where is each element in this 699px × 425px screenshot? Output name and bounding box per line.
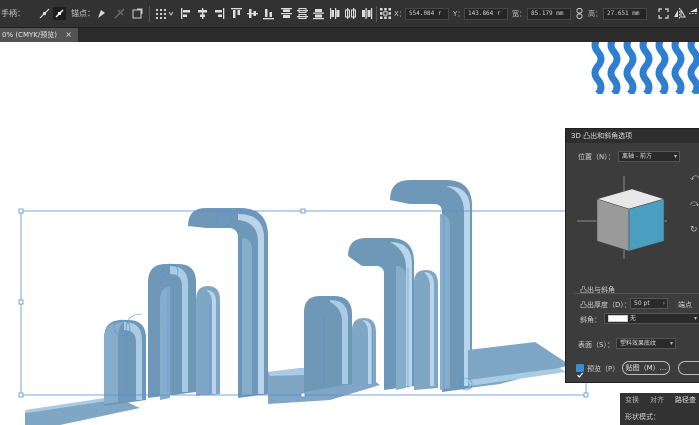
preview-checkbox[interactable] xyxy=(576,364,584,378)
transform-expand-icon[interactable] xyxy=(657,7,670,20)
pen-anchor-icon[interactable] xyxy=(95,7,108,20)
bevel-label: 斜角： xyxy=(580,316,601,324)
handle-hide-icon[interactable] xyxy=(53,7,66,20)
preview-label[interactable]: 预览（P） xyxy=(587,364,619,374)
wave-pattern xyxy=(591,42,699,94)
distribute-left-icon[interactable] xyxy=(328,7,341,20)
surface-select[interactable]: 塑料效果底纹 ▾ xyxy=(616,338,676,349)
align-grid-icon[interactable] xyxy=(155,7,175,20)
chevron-right-icon: › xyxy=(662,300,665,307)
align-left-icon[interactable] xyxy=(180,7,193,20)
anchor-label: 锚点： xyxy=(71,9,95,18)
document-tab-title: 0% (CMYK/预览) xyxy=(2,31,57,39)
chevron-down-icon: ▾ xyxy=(669,340,673,347)
rotate-z-icon[interactable]: ↻ xyxy=(690,225,698,235)
position-select[interactable]: 离轴 - 前方 ▾ xyxy=(618,151,680,162)
align-top-icon[interactable] xyxy=(230,7,243,20)
surface-label: 表面（S）： xyxy=(578,341,614,349)
link-proportions-icon[interactable] xyxy=(575,7,585,20)
control-toolbar: 手柄： 锚点： X： 554.084 r Y： 143.864 r 宽： 85.… xyxy=(0,0,699,28)
x-field[interactable]: 554.084 r xyxy=(405,8,449,20)
height-label: 高： xyxy=(588,10,602,18)
distribute-hcenter-icon[interactable] xyxy=(344,7,357,20)
document-tab-bar: 0% (CMYK/预览) × xyxy=(0,28,699,42)
y-label: Y： xyxy=(453,10,465,18)
tab-align[interactable]: 对齐 xyxy=(650,395,664,405)
flip-horizontal-icon[interactable] xyxy=(673,7,686,20)
depth-field[interactable]: 50 pt › xyxy=(630,298,668,309)
width-label: 宽： xyxy=(512,10,526,18)
depth-field-value: 50 pt xyxy=(634,300,650,307)
toolbar-divider xyxy=(376,6,377,22)
pathfinder-panel: 变换 对齐 路径查 形状模式： xyxy=(620,393,699,425)
reference-point-icon[interactable] xyxy=(379,7,392,20)
tab-pathfinder[interactable]: 路径查 xyxy=(675,395,696,405)
toolbar-divider xyxy=(149,6,150,22)
close-icon[interactable]: × xyxy=(65,28,72,42)
surface-select-value: 塑料效果底纹 xyxy=(620,340,657,347)
document-tab[interactable]: 0% (CMYK/预览) × xyxy=(0,28,78,42)
rotate-x-icon[interactable]: ⤺ xyxy=(690,173,699,183)
isolate-path-icon[interactable] xyxy=(131,7,144,20)
map-button[interactable]: 贴图（M）... xyxy=(622,361,670,375)
align-vcenter-icon[interactable] xyxy=(246,7,259,20)
dialog-title[interactable]: 3D 凸出和斜角选项 xyxy=(566,129,699,143)
more-options-button[interactable] xyxy=(678,361,699,375)
tab-transform[interactable]: 变换 xyxy=(625,395,639,405)
align-hcenter-icon[interactable] xyxy=(196,7,209,20)
shape-mode-label: 形状模式： xyxy=(625,413,660,421)
align-bottom-icon[interactable] xyxy=(262,7,275,20)
bevel-select-value: 无 xyxy=(629,315,636,322)
handle-convert-icon[interactable] xyxy=(38,7,51,20)
bevel-swatch xyxy=(608,315,628,322)
rotate-y-icon[interactable]: ⤼ xyxy=(690,199,699,209)
distribute-bottom-icon[interactable] xyxy=(312,7,325,20)
cube-preview[interactable] xyxy=(572,171,672,263)
position-label: 位置（N）： xyxy=(578,153,615,161)
width-field[interactable]: 85.179 mm xyxy=(527,8,571,20)
bevel-select[interactable]: 无 ▾ xyxy=(604,313,699,324)
distribute-vcenter-icon[interactable] xyxy=(296,7,309,20)
chevron-down-icon: ▾ xyxy=(673,153,677,160)
cap-label: 端点 xyxy=(678,301,692,309)
handle-label: 手柄： xyxy=(1,9,25,18)
align-right-icon[interactable] xyxy=(212,7,225,20)
position-select-value: 离轴 - 前方 xyxy=(622,153,652,160)
rotation-track-area[interactable] xyxy=(572,171,672,263)
extrude-bevel-dialog[interactable]: 3D 凸出和斜角选项 位置（N）： 离轴 - 前方 ▾ ⤺ ⤼ ↻ 凸出与斜角 … xyxy=(565,128,699,383)
extruded-3d-object[interactable] xyxy=(25,180,570,425)
distribute-top-icon[interactable] xyxy=(280,7,293,20)
distribute-right-icon[interactable] xyxy=(360,7,373,20)
cut-path-icon[interactable] xyxy=(113,7,126,20)
section-divider xyxy=(574,293,699,294)
flip-vertical-icon[interactable] xyxy=(688,7,699,20)
chevron-down-icon: ▾ xyxy=(693,315,697,322)
y-field[interactable]: 143.864 r xyxy=(464,8,508,20)
height-field[interactable]: 27.651 mm xyxy=(603,8,647,20)
depth-label: 凸出厚度（D）： xyxy=(580,301,631,309)
